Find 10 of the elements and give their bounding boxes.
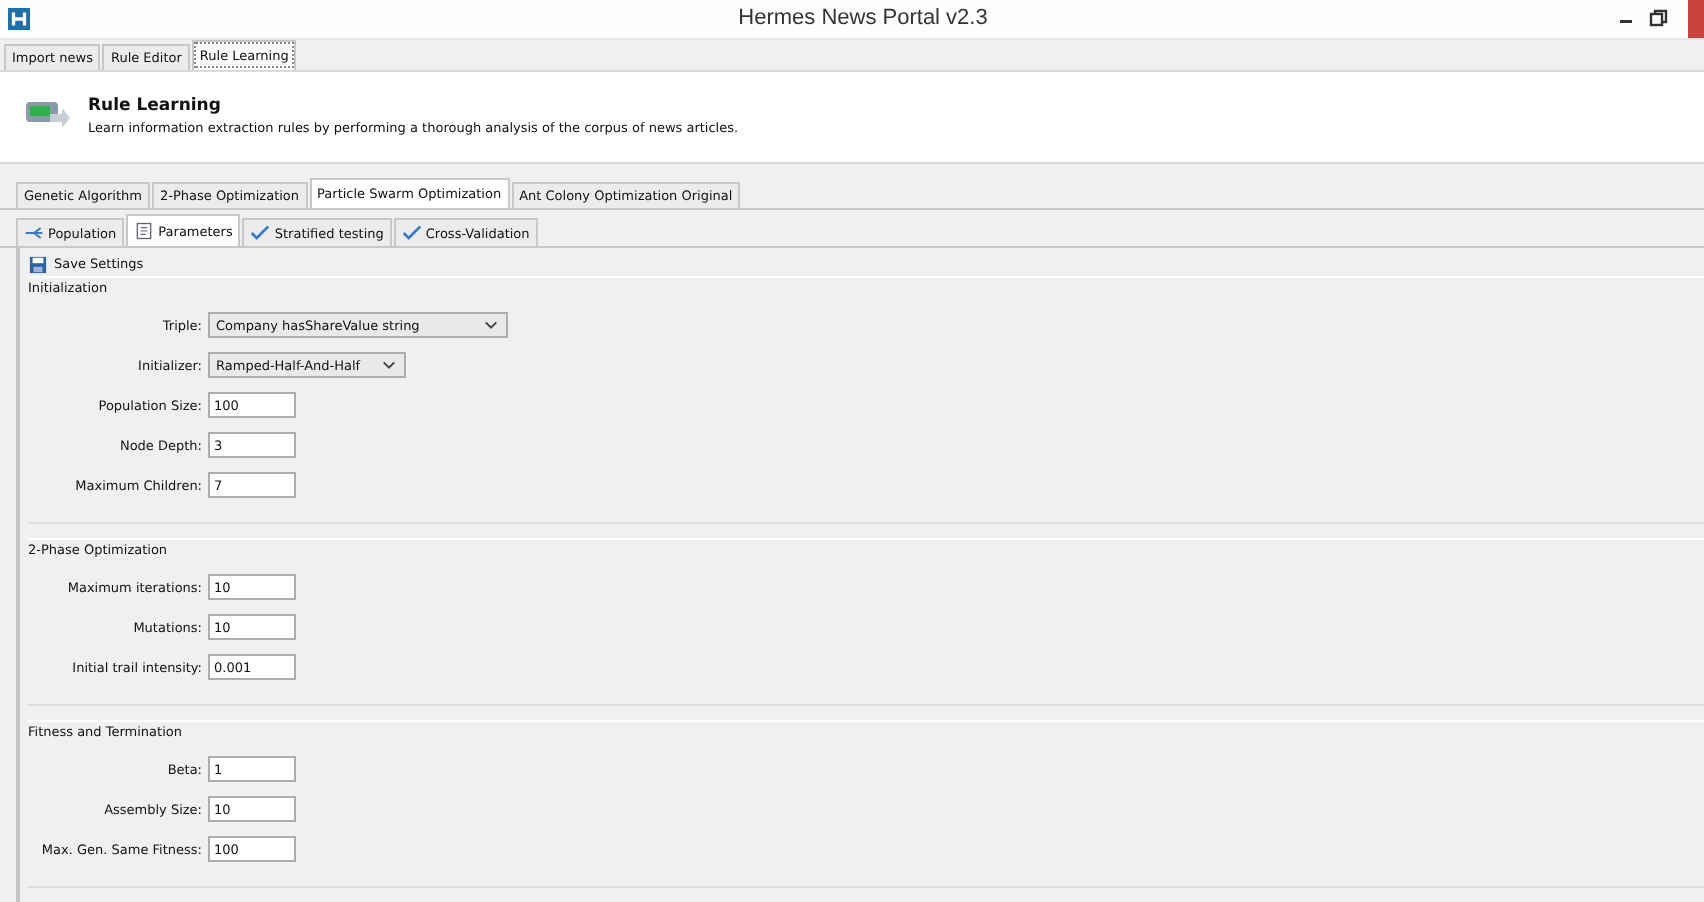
document-icon xyxy=(134,222,155,240)
app-logo-icon xyxy=(8,7,30,30)
restore-icon[interactable] xyxy=(1648,8,1668,29)
tree-icon xyxy=(24,224,44,242)
window-title: Hermes News Portal v2.3 xyxy=(736,6,990,31)
checkmark-icon xyxy=(250,224,271,242)
caret-icon xyxy=(382,360,396,370)
checkmark-icon xyxy=(401,224,422,242)
section-title: Rule Learning xyxy=(88,95,223,116)
caret-icon xyxy=(484,320,498,330)
